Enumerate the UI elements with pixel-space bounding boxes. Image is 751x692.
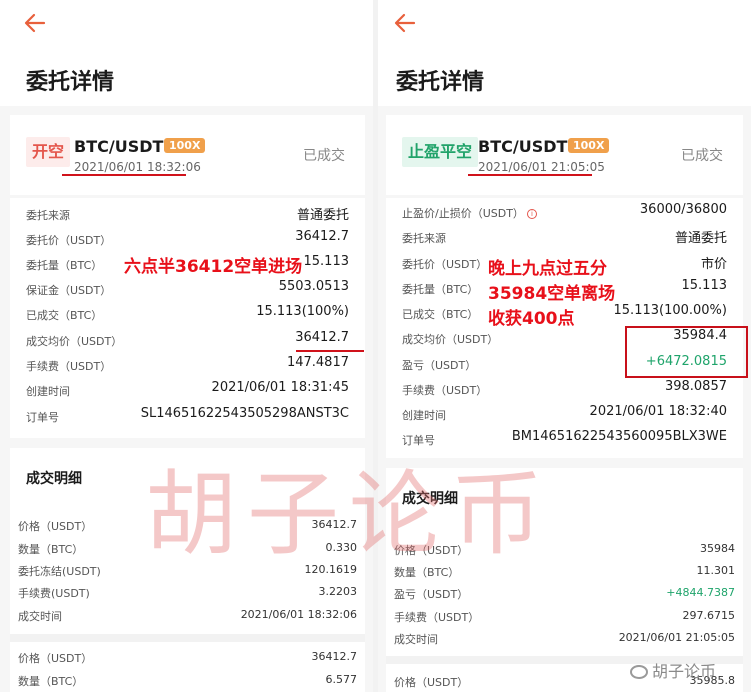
arrow-left-icon[interactable] (22, 10, 48, 36)
leverage-badge: 100X (164, 138, 206, 153)
leverage-badge: 100X (568, 138, 610, 153)
order-side-badge: 开空 (26, 137, 71, 167)
detail-row: 委托来源 普通委托 (402, 231, 727, 246)
detail-row: 已成交（BTC） 15.113(100%) (26, 304, 349, 322)
order-status: 已成交 (303, 148, 345, 164)
profit-highlight-box (625, 326, 748, 378)
exit-annotation-line-2: 35984空单离场 (488, 284, 616, 304)
fill-separator (10, 634, 365, 642)
order-time: 2021/06/01 21:05:05 (478, 160, 605, 174)
detail-row: 创建时间 2021/06/01 18:32:40 (402, 404, 727, 422)
fill-row: 成交时间 2021/06/01 21:05:05 (394, 631, 735, 646)
page-title: 委托详情 (396, 70, 485, 95)
detail-row: 委托来源 普通委托 (26, 208, 349, 223)
arrow-left-icon[interactable] (392, 10, 418, 36)
fill-row: 手续费（USDT） 297.6715 (394, 609, 735, 624)
page-header: 委托详情 (0, 0, 373, 106)
detail-row: 订单号 SL14651622543505298ANST3C (26, 406, 349, 424)
info-circle-icon[interactable]: i (526, 209, 537, 219)
exit-annotation-line-1: 晚上九点过五分 (488, 259, 607, 279)
detail-row: 保证金（USDT） 5503.0513 (26, 279, 349, 297)
avg-price-underline-mark (296, 350, 364, 352)
order-detail-panel-take-profit: 委托详情 止盈平空 BTC/USDT 100X 2021/06/01 21:05… (378, 0, 751, 692)
order-summary-card: 止盈平空 BTC/USDT 100X 2021/06/01 21:05:05 已… (386, 115, 743, 195)
exit-annotation-line-3: 收获400点 (488, 309, 575, 329)
fill-row: 价格（USDT） 36412.7 (18, 650, 357, 665)
trading-pair: BTC/USDT (74, 137, 164, 156)
detail-row: 创建时间 2021/06/01 18:31:45 (26, 380, 349, 398)
fill-row: 成交时间 2021/06/01 18:32:06 (18, 608, 357, 623)
time-underline-mark (468, 174, 592, 176)
order-details-card: 委托来源 普通委托 委托价（USDT） 36412.7 委托量（BTC） 15.113… (10, 198, 365, 438)
detail-row: 成交均价（USDT） 36412.7 (26, 330, 349, 348)
order-status: 已成交 (681, 148, 723, 164)
detail-row: 手续费（USDT） 398.0857 (402, 379, 727, 397)
fill-row: 手续费(USDT) 3.2203 (18, 585, 357, 600)
page-title: 委托详情 (26, 70, 115, 95)
watermark-text: 胡子论币 (145, 461, 554, 568)
order-summary-card: 开空 BTC/USDT 100X 2021/06/01 18:32:06 已成交 (10, 115, 365, 195)
weibo-watermark: 胡子论币 (630, 658, 716, 682)
weibo-logo-icon (630, 665, 648, 679)
fill-row: 数量（BTC） 6.577 (18, 673, 357, 688)
order-detail-panel-open-short: 委托详情 开空 BTC/USDT 100X 2021/06/01 18:32:0… (0, 0, 373, 692)
trading-pair: BTC/USDT (478, 137, 568, 156)
detail-row: 止盈价/止损价（USDT） i 36000/36800 (402, 202, 727, 220)
detail-row: 委托价（USDT） 36412.7 (26, 229, 349, 247)
page-header: 委托详情 (378, 0, 751, 106)
detail-row: 手续费（USDT） 147.4817 (26, 355, 349, 373)
time-underline-mark (62, 174, 186, 176)
order-side-badge: 止盈平空 (402, 137, 479, 167)
entry-annotation: 六点半36412空单进场 (124, 257, 303, 277)
order-time: 2021/06/01 18:32:06 (74, 160, 201, 174)
fill-row: 盈亏（USDT） +4844.7387 (394, 586, 735, 601)
fills-title: 成交明细 (26, 471, 82, 487)
